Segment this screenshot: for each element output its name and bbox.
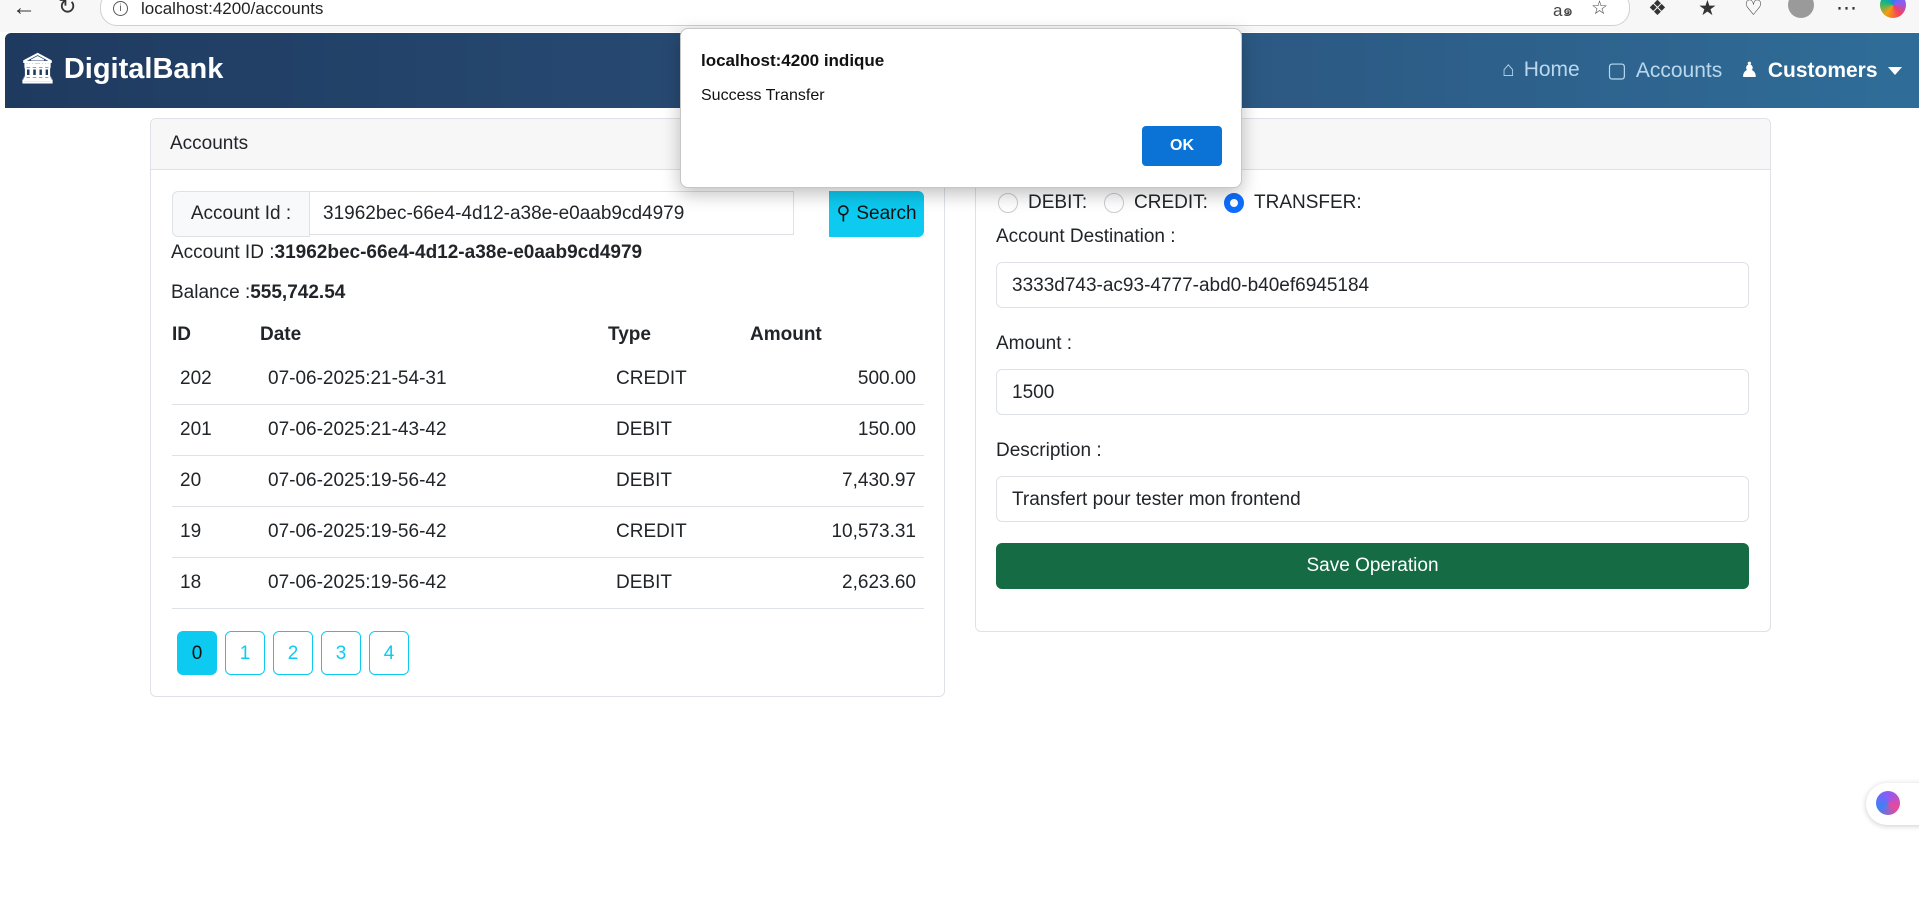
- address-bar[interactable]: i localhost:4200/accounts a๑ ☆: [100, 0, 1630, 26]
- favorites-icon[interactable]: ★: [1698, 0, 1717, 21]
- account-id-info-label: Account ID :: [171, 242, 275, 263]
- column-header-amount: Amount: [750, 324, 822, 345]
- reload-icon[interactable]: ↻: [58, 0, 76, 20]
- cell-date: 07-06-2025:21-43-42: [260, 404, 608, 456]
- dialog-ok-button[interactable]: OK: [1142, 126, 1222, 166]
- read-aloud-icon[interactable]: a๑: [1553, 0, 1573, 24]
- amount-input[interactable]: 1500: [996, 369, 1749, 415]
- cell-amount: 2,623.60: [750, 557, 924, 609]
- column-header-type: Type: [608, 324, 651, 345]
- radio-credit-label: CREDIT:: [1134, 192, 1208, 213]
- table-row: 19 07-06-2025:19-56-42 CREDIT 10,573.31: [172, 506, 924, 558]
- cell-amount: 500.00: [750, 354, 924, 405]
- cell-id: 19: [172, 506, 260, 558]
- cell-amount: 7,430.97: [750, 455, 924, 507]
- accounts-card: Accounts Account Id : 31962bec-66e4-4d12…: [150, 118, 945, 697]
- info-icon[interactable]: i: [113, 1, 128, 16]
- home-icon: ⌂: [1502, 58, 1515, 81]
- nav-accounts-label: Accounts: [1635, 59, 1723, 82]
- extensions-icon[interactable]: ❖: [1648, 0, 1667, 21]
- radio-debit-circle[interactable]: [998, 193, 1018, 213]
- table-row: 201 07-06-2025:21-43-42 DEBIT 150.00: [172, 404, 924, 456]
- search-button-label: Search: [856, 203, 917, 224]
- favorite-icon[interactable]: ☆: [1591, 0, 1608, 20]
- table-row: 20 07-06-2025:19-56-42 DEBIT 7,430.97: [172, 455, 924, 507]
- brand-text: DigitalBank: [63, 53, 224, 85]
- cell-date: 07-06-2025:19-56-42: [260, 455, 608, 507]
- nav-home[interactable]: ⌂ Home: [1502, 58, 1580, 82]
- page-button-1[interactable]: 1: [225, 631, 265, 675]
- cell-id: 201: [172, 404, 260, 456]
- radio-transfer-label: TRANSFER:: [1254, 192, 1362, 213]
- dialog-title: localhost:4200 indique: [701, 51, 885, 70]
- balance-label: Balance :: [171, 282, 251, 303]
- cell-type: DEBIT: [608, 557, 750, 609]
- cell-type: CREDIT: [608, 354, 750, 405]
- cell-id: 18: [172, 557, 260, 609]
- cell-type: DEBIT: [608, 404, 750, 456]
- destination-label: Account Destination :: [996, 226, 1176, 247]
- nav-home-label: Home: [1523, 58, 1580, 81]
- destination-input[interactable]: 3333d743-ac93-4777-abd0-b40ef6945184: [996, 262, 1749, 308]
- table-row: 202 07-06-2025:21-54-31 CREDIT 500.00: [172, 354, 924, 405]
- cell-date: 07-06-2025:21-54-31: [260, 354, 608, 405]
- account-id-input[interactable]: 31962bec-66e4-4d12-a38e-e0aab9cd4979: [309, 191, 794, 235]
- wallet-icon: ▢: [1607, 59, 1627, 82]
- page-button-2[interactable]: 2: [273, 631, 313, 675]
- nav-customers-dropdown[interactable]: ♟ Customers: [1740, 58, 1902, 83]
- operations-card: DEBIT: CREDIT: TRANSFER: Account Destina…: [975, 118, 1771, 632]
- nav-customers-label: Customers: [1767, 59, 1878, 82]
- balance-info: Balance :555,742.54: [171, 282, 345, 304]
- cell-amount: 150.00: [750, 404, 924, 456]
- more-icon[interactable]: ⋯: [1836, 0, 1857, 21]
- search-icon: ⚲: [836, 203, 851, 224]
- sidebar-ai-button[interactable]: [1866, 783, 1919, 825]
- account-search-group: Account Id : 31962bec-66e4-4d12-a38e-e0a…: [172, 191, 924, 237]
- save-operation-button[interactable]: Save Operation: [996, 543, 1749, 589]
- nav-accounts[interactable]: ▢ Accounts: [1607, 58, 1722, 83]
- table-header-row: ID Date Type Amount: [172, 316, 924, 354]
- balance-value: 555,742.54: [250, 282, 346, 303]
- url-text: localhost:4200/accounts: [141, 0, 324, 18]
- column-header-date: Date: [260, 324, 302, 345]
- copilot-icon[interactable]: [1880, 0, 1906, 18]
- bank-icon: 🏛: [19, 53, 56, 85]
- table-row: 18 07-06-2025:19-56-42 DEBIT 2,623.60: [172, 557, 924, 609]
- caret-down-icon: [1887, 67, 1902, 76]
- description-input[interactable]: Transfert pour tester mon frontend: [996, 476, 1749, 522]
- cell-date: 07-06-2025:19-56-42: [260, 506, 608, 558]
- cell-type: CREDIT: [608, 506, 750, 558]
- description-label: Description :: [996, 440, 1102, 461]
- radio-transfer-circle[interactable]: [1224, 193, 1244, 213]
- cell-date: 07-06-2025:19-56-42: [260, 557, 608, 609]
- cell-id: 20: [172, 455, 260, 507]
- cell-amount: 10,573.31: [750, 506, 924, 558]
- page-button-0[interactable]: 0: [177, 631, 217, 675]
- operations-table: ID Date Type Amount 202 07-06-2025:21-54…: [172, 316, 924, 609]
- brand[interactable]: 🏛 DigitalBank: [19, 52, 223, 86]
- page-button-3[interactable]: 3: [321, 631, 361, 675]
- back-icon[interactable]: ←: [12, 0, 36, 22]
- account-id-label: Account Id :: [172, 191, 310, 237]
- account-id-info: Account ID :31962bec-66e4-4d12-a38e-e0aa…: [171, 242, 642, 264]
- account-id-info-value: 31962bec-66e4-4d12-a38e-e0aab9cd4979: [274, 242, 643, 263]
- column-header-id: ID: [172, 324, 191, 345]
- page-button-4[interactable]: 4: [369, 631, 409, 675]
- ai-brain-icon: [1876, 791, 1900, 815]
- alert-dialog: localhost:4200 indique Success Transfer …: [680, 28, 1242, 188]
- radio-debit-label: DEBIT:: [1028, 192, 1088, 213]
- health-icon[interactable]: ♡: [1744, 0, 1763, 21]
- search-button[interactable]: ⚲ Search: [829, 191, 924, 237]
- dialog-message: Success Transfer: [701, 87, 825, 104]
- profile-icon[interactable]: [1788, 0, 1814, 18]
- amount-label: Amount :: [996, 333, 1073, 354]
- cell-type: DEBIT: [608, 455, 750, 507]
- radio-credit-circle[interactable]: [1104, 193, 1124, 213]
- cell-id: 202: [172, 354, 260, 405]
- users-icon: ♟: [1740, 59, 1759, 82]
